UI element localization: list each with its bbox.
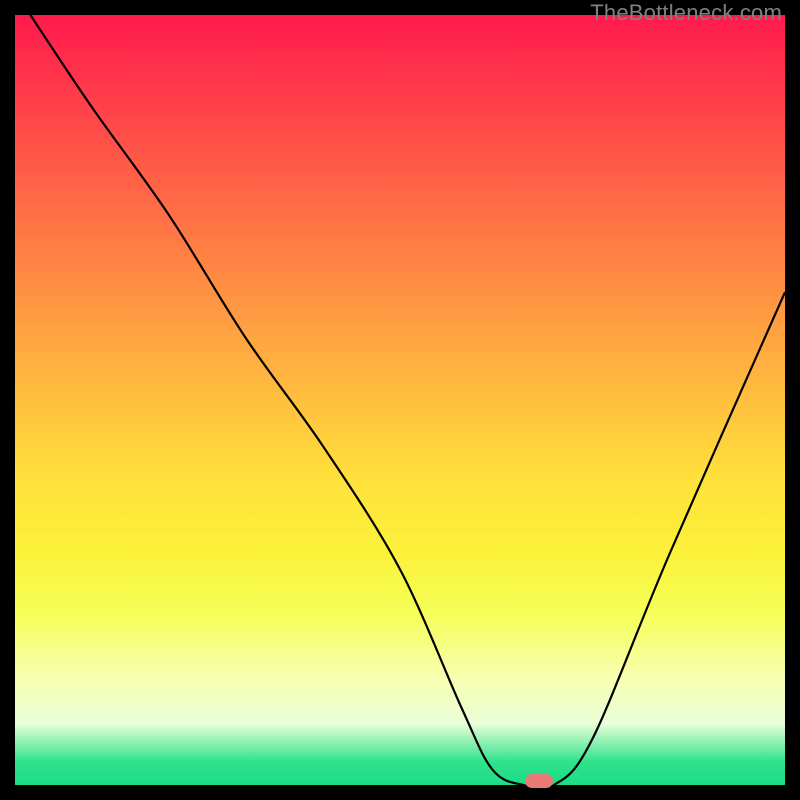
chart-frame: TheBottleneck.com [0, 0, 800, 800]
watermark-text: TheBottleneck.com [590, 0, 782, 26]
plot-area [15, 15, 785, 785]
curve-path [30, 15, 785, 785]
optimum-marker [525, 774, 553, 788]
bottleneck-curve [15, 15, 785, 785]
